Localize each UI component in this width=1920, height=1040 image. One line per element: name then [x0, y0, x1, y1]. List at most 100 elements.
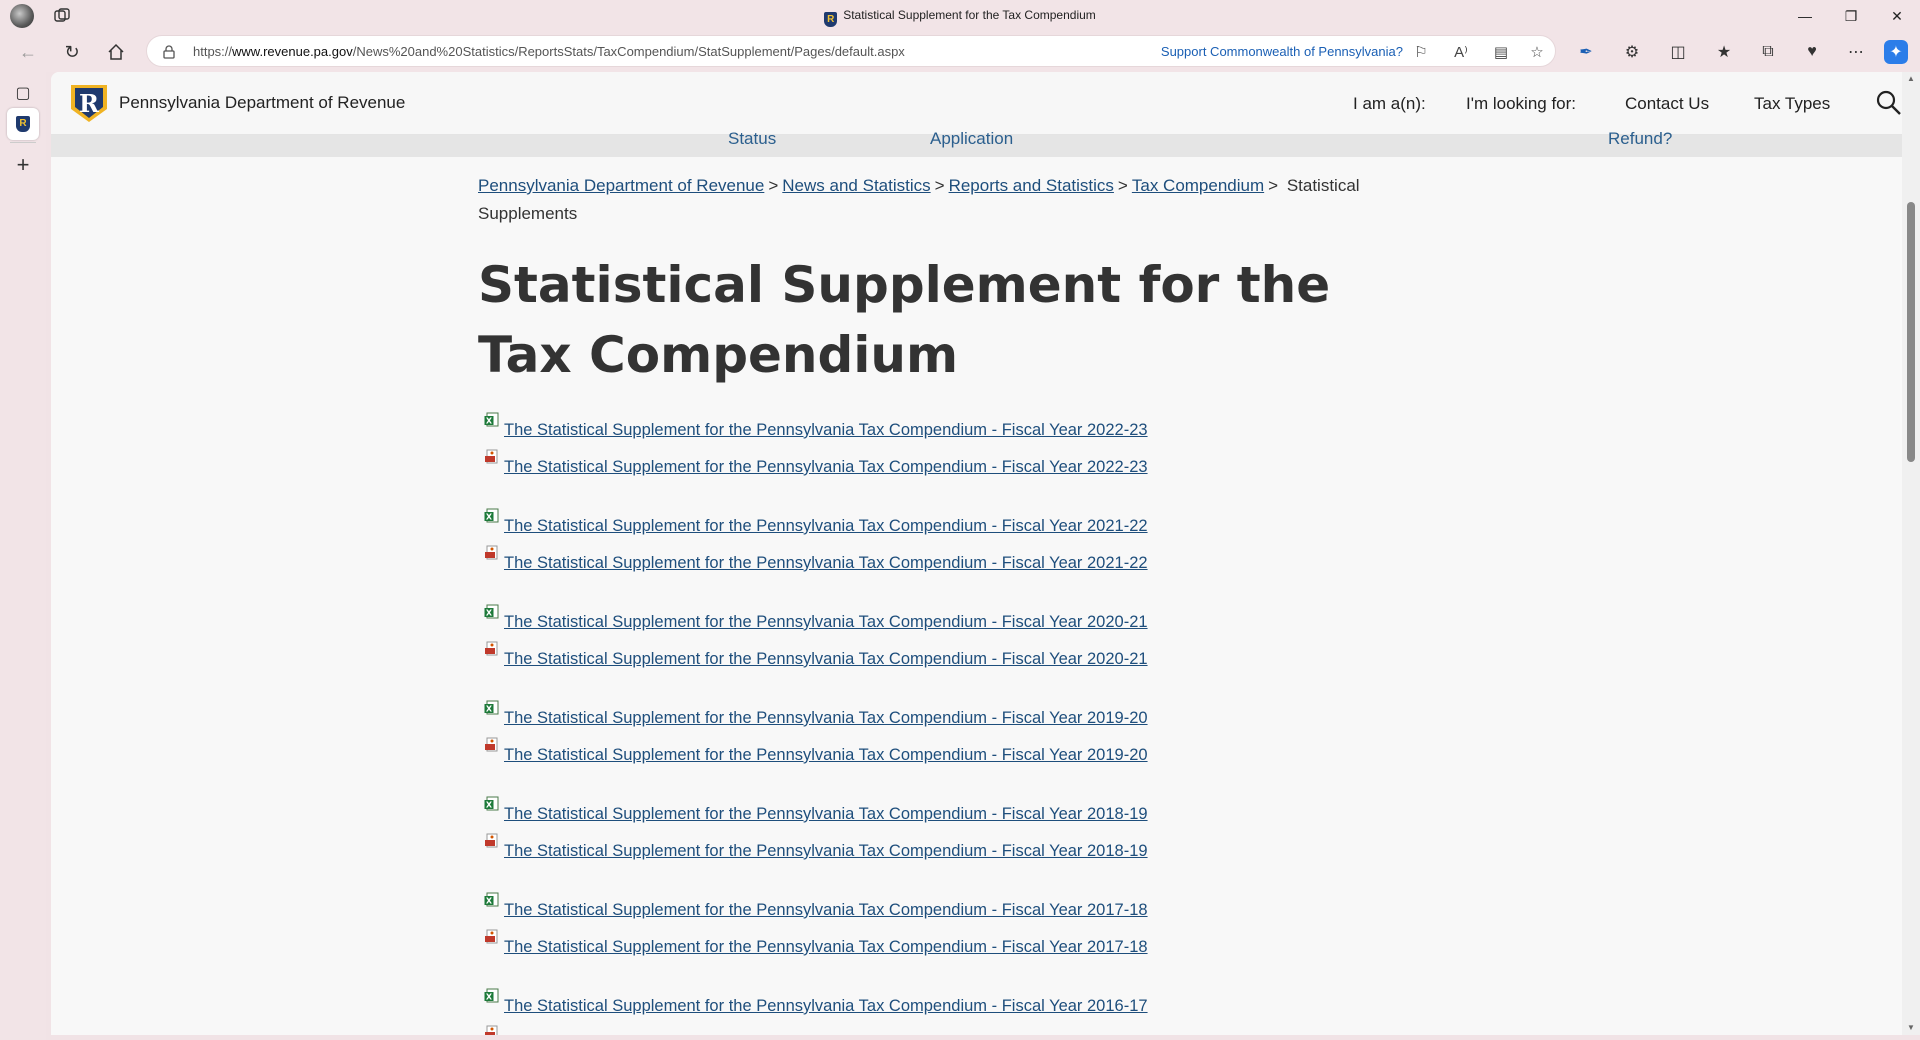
svg-text:X: X [486, 609, 493, 618]
document-pair: X The Statistical Supplement for the Penn… [478, 412, 1428, 486]
excel-file-icon: X [484, 988, 499, 1004]
quick-links-bar: Status Application Refund? [51, 129, 1902, 157]
site-header: R Pennsylvania Department of Revenue I a… [51, 72, 1902, 135]
pa-revenue-logo-icon[interactable]: R [69, 83, 109, 124]
pdf-file-icon [484, 833, 499, 849]
breadcrumb-separator: > [934, 176, 945, 195]
pdf-document-link[interactable]: The Statistical Supplement for the Penns… [504, 449, 1148, 477]
breadcrumb-separator: > [1268, 176, 1279, 195]
more-menu-icon[interactable]: ⋯ [1844, 40, 1868, 64]
window-title: R Statistical Supplement for the Tax Comp… [0, 8, 1920, 27]
tab-separator [10, 142, 36, 143]
copilot-icon[interactable]: ✦ [1884, 40, 1908, 64]
list-item: X The Statistical Supplement for the Penn… [478, 604, 1428, 641]
nav-tax-types[interactable]: Tax Types [1754, 94, 1830, 114]
list-item: X The Statistical Supplement for the Penn… [478, 988, 1428, 1025]
support-badge-icon[interactable]: ⚐ [1411, 42, 1431, 62]
collections-icon[interactable]: ⧉ [1756, 40, 1780, 64]
excel-file-icon: X [484, 892, 499, 908]
restore-icon[interactable]: ❐ [1828, 0, 1874, 32]
excel-file-icon: X [484, 508, 499, 524]
page-title: Statistical Supplement for the Tax Compe… [478, 256, 1331, 384]
refresh-icon[interactable]: ↻ [56, 36, 88, 68]
web-content: R Pennsylvania Department of Revenue I a… [51, 72, 1920, 1035]
excel-document-link[interactable]: The Statistical Supplement for the Penns… [504, 508, 1148, 536]
site-favicon-icon: R [824, 12, 838, 27]
nav-looking-for[interactable]: I'm looking for: [1466, 94, 1576, 114]
close-icon[interactable]: ✕ [1874, 0, 1920, 32]
url-text[interactable]: https://www.revenue.pa.gov/News%20and%20… [193, 44, 905, 59]
breadcrumb-separator: > [768, 176, 779, 195]
pdf-file-icon [484, 737, 499, 753]
nav-contact-us[interactable]: Contact Us [1625, 94, 1709, 114]
pdf-document-link[interactable]: The Statistical Supplement for the Penns… [504, 737, 1148, 765]
excel-document-link[interactable]: The Statistical Supplement for the Penns… [504, 988, 1148, 1016]
excel-document-link[interactable]: The Statistical Supplement for the Penns… [504, 796, 1148, 824]
browser-essentials-icon[interactable]: ♥ [1800, 40, 1824, 64]
page-scrollbar[interactable]: ▲ ▼ [1902, 72, 1920, 1035]
address-bar[interactable]: https://www.revenue.pa.gov/News%20and%20… [146, 35, 1556, 67]
pdf-file-icon [484, 641, 499, 657]
excel-document-link[interactable]: The Statistical Supplement for the Penns… [504, 412, 1148, 440]
svg-text:X: X [486, 417, 493, 426]
minimize-icon[interactable]: — [1782, 0, 1828, 32]
support-prompt[interactable]: Support Commonwealth of Pennsylvania? [1161, 44, 1403, 59]
browser-title-bar: R Statistical Supplement for the Tax Comp… [0, 0, 1920, 32]
list-item: X The Statistical Supplement for the Penn… [478, 508, 1428, 545]
excel-document-link[interactable]: The Statistical Supplement for the Penns… [504, 604, 1148, 632]
scrollbar-thumb[interactable] [1907, 202, 1915, 462]
pdf-document-link[interactable]: The Statistical Supplement for the Penns… [504, 929, 1148, 957]
back-icon[interactable]: ← [12, 36, 44, 68]
excel-file-icon: X [484, 412, 499, 428]
vertical-tab-strip: ▢ R + [0, 72, 46, 1040]
lock-icon[interactable] [163, 45, 175, 59]
list-item: The Statistical Supplement for the Penns… [478, 545, 1428, 582]
breadcrumb-link-tax-compendium[interactable]: Tax Compendium [1132, 176, 1264, 195]
list-item: X The Statistical Supplement for the Penn… [478, 700, 1428, 737]
quick-link-application[interactable]: Application [930, 129, 1013, 149]
browser-toolbar: ← ↻ https://www.revenue.pa.gov/News%20an… [0, 32, 1920, 72]
quick-link-status[interactable]: Status [728, 129, 776, 149]
new-tab-icon[interactable]: + [10, 152, 36, 178]
pdf-document-link[interactable]: The Statistical Supplement for the Penns… [504, 833, 1148, 861]
document-pair: X The Statistical Supplement for the Penn… [478, 892, 1428, 966]
breadcrumb-link-news-statistics[interactable]: News and Statistics [782, 176, 930, 195]
document-pair: X The Statistical Supplement for the Penn… [478, 604, 1428, 678]
list-item: The Statistical Supplement for the Penns… [478, 641, 1428, 678]
list-item: X The Statistical Supplement for the Penn… [478, 796, 1428, 833]
breadcrumb-link-department[interactable]: Pennsylvania Department of Revenue [478, 176, 764, 195]
site-name[interactable]: Pennsylvania Department of Revenue [119, 93, 405, 113]
nav-i-am-a[interactable]: I am a(n): [1353, 94, 1426, 114]
favorite-star-icon[interactable]: ☆ [1527, 42, 1547, 62]
svg-text:X: X [486, 897, 493, 906]
home-icon[interactable] [100, 36, 132, 68]
window-title-text: Statistical Supplement for the Tax Compe… [843, 8, 1096, 22]
pdf-document-link[interactable]: The Statistical Supplement for the Penns… [504, 1025, 1148, 1035]
excel-document-link[interactable]: The Statistical Supplement for the Penns… [504, 892, 1148, 920]
tab-actions-icon[interactable]: ▢ [10, 80, 36, 106]
document-pair: X The Statistical Supplement for the Penn… [478, 796, 1428, 870]
favorites-icon[interactable]: ★ [1712, 40, 1736, 64]
svg-text:X: X [486, 993, 493, 1002]
excel-document-link[interactable]: The Statistical Supplement for the Penns… [504, 700, 1148, 728]
document-pair: X The Statistical Supplement for the Penn… [478, 988, 1428, 1035]
scroll-down-icon[interactable]: ▼ [1906, 1023, 1916, 1033]
excel-file-icon: X [484, 700, 499, 716]
active-tab-favicon-icon[interactable]: R [7, 108, 39, 140]
read-aloud-icon[interactable]: A⁾ [1451, 42, 1471, 62]
quick-link-refund[interactable]: Refund? [1608, 129, 1672, 149]
split-screen-icon[interactable]: ◫ [1666, 40, 1690, 64]
pdf-document-link[interactable]: The Statistical Supplement for the Penns… [504, 545, 1148, 573]
search-icon[interactable] [1875, 89, 1903, 117]
list-item: The Statistical Supplement for the Penns… [478, 929, 1428, 966]
pen-extension-icon[interactable]: ✒ [1574, 40, 1598, 64]
pdf-file-icon [484, 1025, 499, 1035]
scroll-up-icon[interactable]: ▲ [1906, 74, 1916, 84]
pdf-document-link[interactable]: The Statistical Supplement for the Penns… [504, 641, 1148, 669]
breadcrumb-link-reports-statistics[interactable]: Reports and Statistics [949, 176, 1114, 195]
extensions-icon[interactable]: ⚙ [1620, 40, 1644, 64]
immersive-reader-icon[interactable]: ▤ [1491, 42, 1511, 62]
pdf-file-icon [484, 545, 499, 561]
list-item: The Statistical Supplement for the Penns… [478, 449, 1428, 486]
breadcrumb-separator: > [1117, 176, 1128, 195]
